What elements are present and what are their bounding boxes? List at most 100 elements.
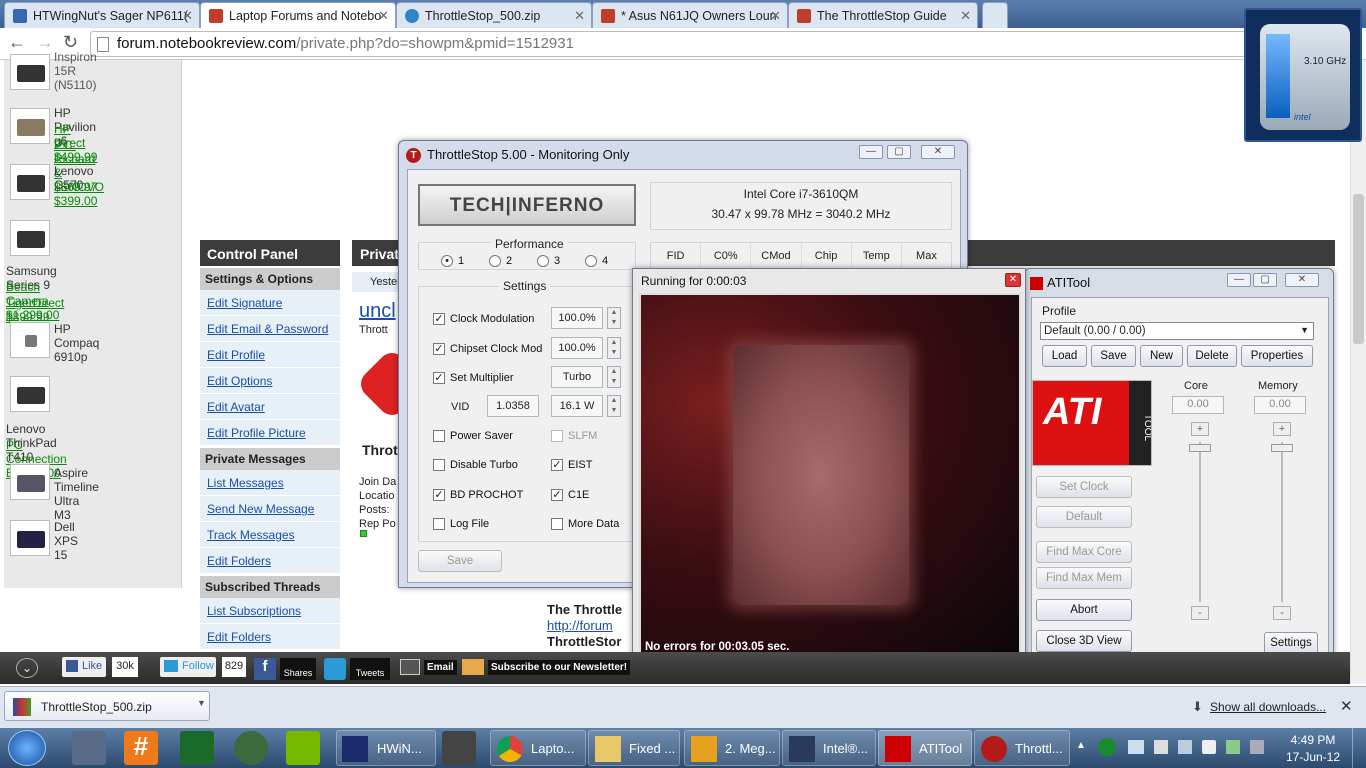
price-link[interactable]: TigerDirect $899.99 bbox=[6, 296, 64, 324]
core-slider-track[interactable] bbox=[1199, 442, 1201, 602]
core-minus-button[interactable]: - bbox=[1191, 606, 1209, 620]
collapse-icon[interactable]: ⌄ bbox=[16, 658, 38, 678]
cp-link-list-messages[interactable]: List Messages bbox=[200, 470, 340, 496]
close-button[interactable]: ✕ bbox=[1005, 273, 1021, 287]
memory-minus-button[interactable]: - bbox=[1273, 606, 1291, 620]
core-plus-button[interactable]: + bbox=[1191, 422, 1209, 436]
throttlestop-titlebar[interactable]: T ThrottleStop 5.00 - Monitoring Only — ▢… bbox=[399, 141, 967, 169]
chipset-clock-mod-checkbox[interactable]: ✓ Chipset Clock Mod bbox=[433, 343, 542, 355]
find-max-mem-button[interactable]: Find Max Mem bbox=[1036, 567, 1132, 589]
pinned-gpu-tool-icon[interactable] bbox=[442, 731, 476, 765]
newsletter-link[interactable]: Subscribe to our Newsletter! bbox=[488, 660, 631, 675]
profile-radio-3[interactable]: 3 bbox=[537, 255, 560, 267]
newsletter-icon[interactable] bbox=[462, 659, 484, 675]
price-link[interactable]: LENOVO $399.00 bbox=[54, 180, 104, 208]
power-saver-checkbox[interactable]: Power Saver bbox=[433, 430, 513, 442]
new-tab-button[interactable] bbox=[982, 2, 1008, 28]
taskbar-intel[interactable]: Intel®... bbox=[782, 730, 876, 766]
close-button[interactable]: ✕ bbox=[1285, 273, 1319, 287]
message-link[interactable]: http://forum bbox=[547, 618, 613, 633]
cpu-meter-gadget[interactable]: 3.10 GHz intel bbox=[1244, 8, 1362, 142]
chipset-clock-mod-spinner[interactable]: ▲ ▼ bbox=[607, 337, 621, 359]
email-icon[interactable] bbox=[400, 659, 420, 675]
cp-link-list-subscriptions[interactable]: List Subscriptions bbox=[200, 598, 340, 624]
close-button[interactable]: ✕ bbox=[921, 145, 955, 159]
atitool-titlebar[interactable]: ATITool — ▢ ✕ bbox=[1025, 269, 1333, 297]
new-button[interactable]: New bbox=[1140, 345, 1183, 367]
tab-asus-owners[interactable]: * Asus N61JQ Owners Loun ✕ bbox=[592, 2, 788, 28]
taskbar-explorer[interactable]: Fixed ... bbox=[588, 730, 680, 766]
nvidia-icon[interactable] bbox=[286, 731, 320, 765]
twitter-follow-button[interactable]: Follow bbox=[160, 657, 216, 677]
back-icon[interactable]: ← bbox=[8, 32, 26, 53]
log-file-checkbox[interactable]: Log File bbox=[433, 518, 489, 530]
download-item[interactable]: ThrottleStop_500.zip ▼ bbox=[4, 691, 210, 721]
3d-view-titlebar[interactable]: Running for 0:00:03 ✕ bbox=[633, 269, 1025, 293]
slfm-checkbox[interactable]: SLFM bbox=[551, 430, 597, 442]
close-tab-icon[interactable]: ✕ bbox=[770, 8, 781, 24]
network-tray-icon[interactable] bbox=[1128, 740, 1144, 754]
page-scrollbar[interactable] bbox=[1350, 60, 1366, 684]
pinned-app-icon[interactable] bbox=[72, 731, 106, 765]
clock-modulation-checkbox[interactable]: ✓ Clock Modulation bbox=[433, 313, 534, 325]
properties-button[interactable]: Properties bbox=[1241, 345, 1313, 367]
battery-icon[interactable] bbox=[1226, 740, 1240, 754]
device-tray-icon[interactable] bbox=[1154, 740, 1168, 754]
taskbar-throttlestop[interactable]: Throttl... bbox=[974, 730, 1070, 766]
techinferno-logo[interactable]: TECH|INFERNO bbox=[418, 184, 636, 226]
find-max-core-button[interactable]: Find Max Core bbox=[1036, 541, 1132, 563]
set-clock-button[interactable]: Set Clock bbox=[1036, 476, 1132, 498]
core-slider-thumb[interactable] bbox=[1189, 444, 1211, 452]
close-tab-icon[interactable]: ✕ bbox=[378, 8, 389, 24]
settings-button[interactable]: Settings bbox=[1264, 632, 1318, 654]
minimize-button[interactable]: — bbox=[1227, 273, 1251, 287]
email-label[interactable]: Email bbox=[424, 660, 457, 675]
throttlestop-tray-icon[interactable] bbox=[1098, 738, 1116, 756]
close-3d-view-button[interactable]: Close 3D View bbox=[1036, 630, 1132, 652]
clock-modulation-value[interactable]: 100.0% bbox=[551, 307, 603, 329]
wifi-icon[interactable] bbox=[1250, 740, 1264, 754]
eist-checkbox[interactable]: ✓ EIST bbox=[551, 459, 592, 471]
cp-link-edit-profile-picture[interactable]: Edit Profile Picture bbox=[200, 420, 340, 446]
tab-laptop-forums[interactable]: Laptop Forums and Notebo ✕ bbox=[200, 2, 396, 28]
delete-button[interactable]: Delete bbox=[1187, 345, 1237, 367]
tab-throttlestop-guide[interactable]: The ThrottleStop Guide ✕ bbox=[788, 2, 978, 28]
facebook-like-button[interactable]: Like bbox=[62, 657, 106, 677]
c1e-checkbox[interactable]: ✓ C1E bbox=[551, 489, 589, 501]
save-profile-button[interactable]: Save bbox=[1091, 345, 1136, 367]
close-tab-icon[interactable]: ✕ bbox=[574, 8, 585, 24]
tab-throttlestop-zip[interactable]: ThrottleStop_500.zip ✕ bbox=[396, 2, 592, 28]
default-button[interactable]: Default bbox=[1036, 506, 1132, 528]
chevron-down-icon[interactable]: ▼ bbox=[197, 698, 206, 708]
start-button[interactable] bbox=[8, 730, 46, 766]
more-data-checkbox[interactable]: More Data bbox=[551, 518, 619, 530]
scrollbar-thumb[interactable] bbox=[1353, 194, 1364, 344]
minimize-button[interactable]: — bbox=[859, 145, 883, 159]
profile-radio-4[interactable]: 4 bbox=[585, 255, 608, 267]
clock-modulation-spinner[interactable]: ▲ ▼ bbox=[607, 307, 621, 329]
taskbar-chrome[interactable]: Lapto... bbox=[490, 730, 586, 766]
facebook-share-icon[interactable]: f bbox=[254, 658, 276, 680]
cp-link-edit-email[interactable]: Edit Email & Password bbox=[200, 316, 340, 342]
cp-link-edit-folders[interactable]: Edit Folders bbox=[200, 548, 340, 574]
show-desktop-button[interactable] bbox=[1352, 728, 1366, 768]
chipset-clock-mod-value[interactable]: 100.0% bbox=[551, 337, 603, 359]
pinned-tool-app-icon[interactable] bbox=[234, 731, 268, 765]
set-multiplier-checkbox[interactable]: ✓ Set Multiplier bbox=[433, 372, 514, 384]
show-all-downloads-link[interactable]: Show all downloads... bbox=[1210, 700, 1326, 714]
address-bar[interactable]: forum.notebookreview.com/private.php?do=… bbox=[90, 31, 1250, 57]
profile-radio-2[interactable]: 2 bbox=[489, 255, 512, 267]
display-tray-icon[interactable] bbox=[1178, 740, 1192, 754]
pinned-monitor-app-icon[interactable] bbox=[180, 731, 214, 765]
cp-link-edit-signature[interactable]: Edit Signature bbox=[200, 290, 340, 316]
memory-plus-button[interactable]: + bbox=[1273, 422, 1291, 436]
cp-link-edit-options[interactable]: Edit Options bbox=[200, 368, 340, 394]
maximize-button[interactable]: ▢ bbox=[1253, 273, 1277, 287]
clock[interactable]: 4:49 PM 17-Jun-12 bbox=[1280, 733, 1346, 764]
close-shelf-icon[interactable]: ✕ bbox=[1340, 697, 1353, 715]
cp-link-edit-profile[interactable]: Edit Profile bbox=[200, 342, 340, 368]
set-multiplier-value[interactable]: Turbo bbox=[551, 366, 603, 388]
bd-prochot-checkbox[interactable]: ✓ BD PROCHOT bbox=[433, 489, 523, 501]
cp-link-send-message[interactable]: Send New Message bbox=[200, 496, 340, 522]
cp-link-edit-folders-2[interactable]: Edit Folders bbox=[200, 624, 340, 650]
